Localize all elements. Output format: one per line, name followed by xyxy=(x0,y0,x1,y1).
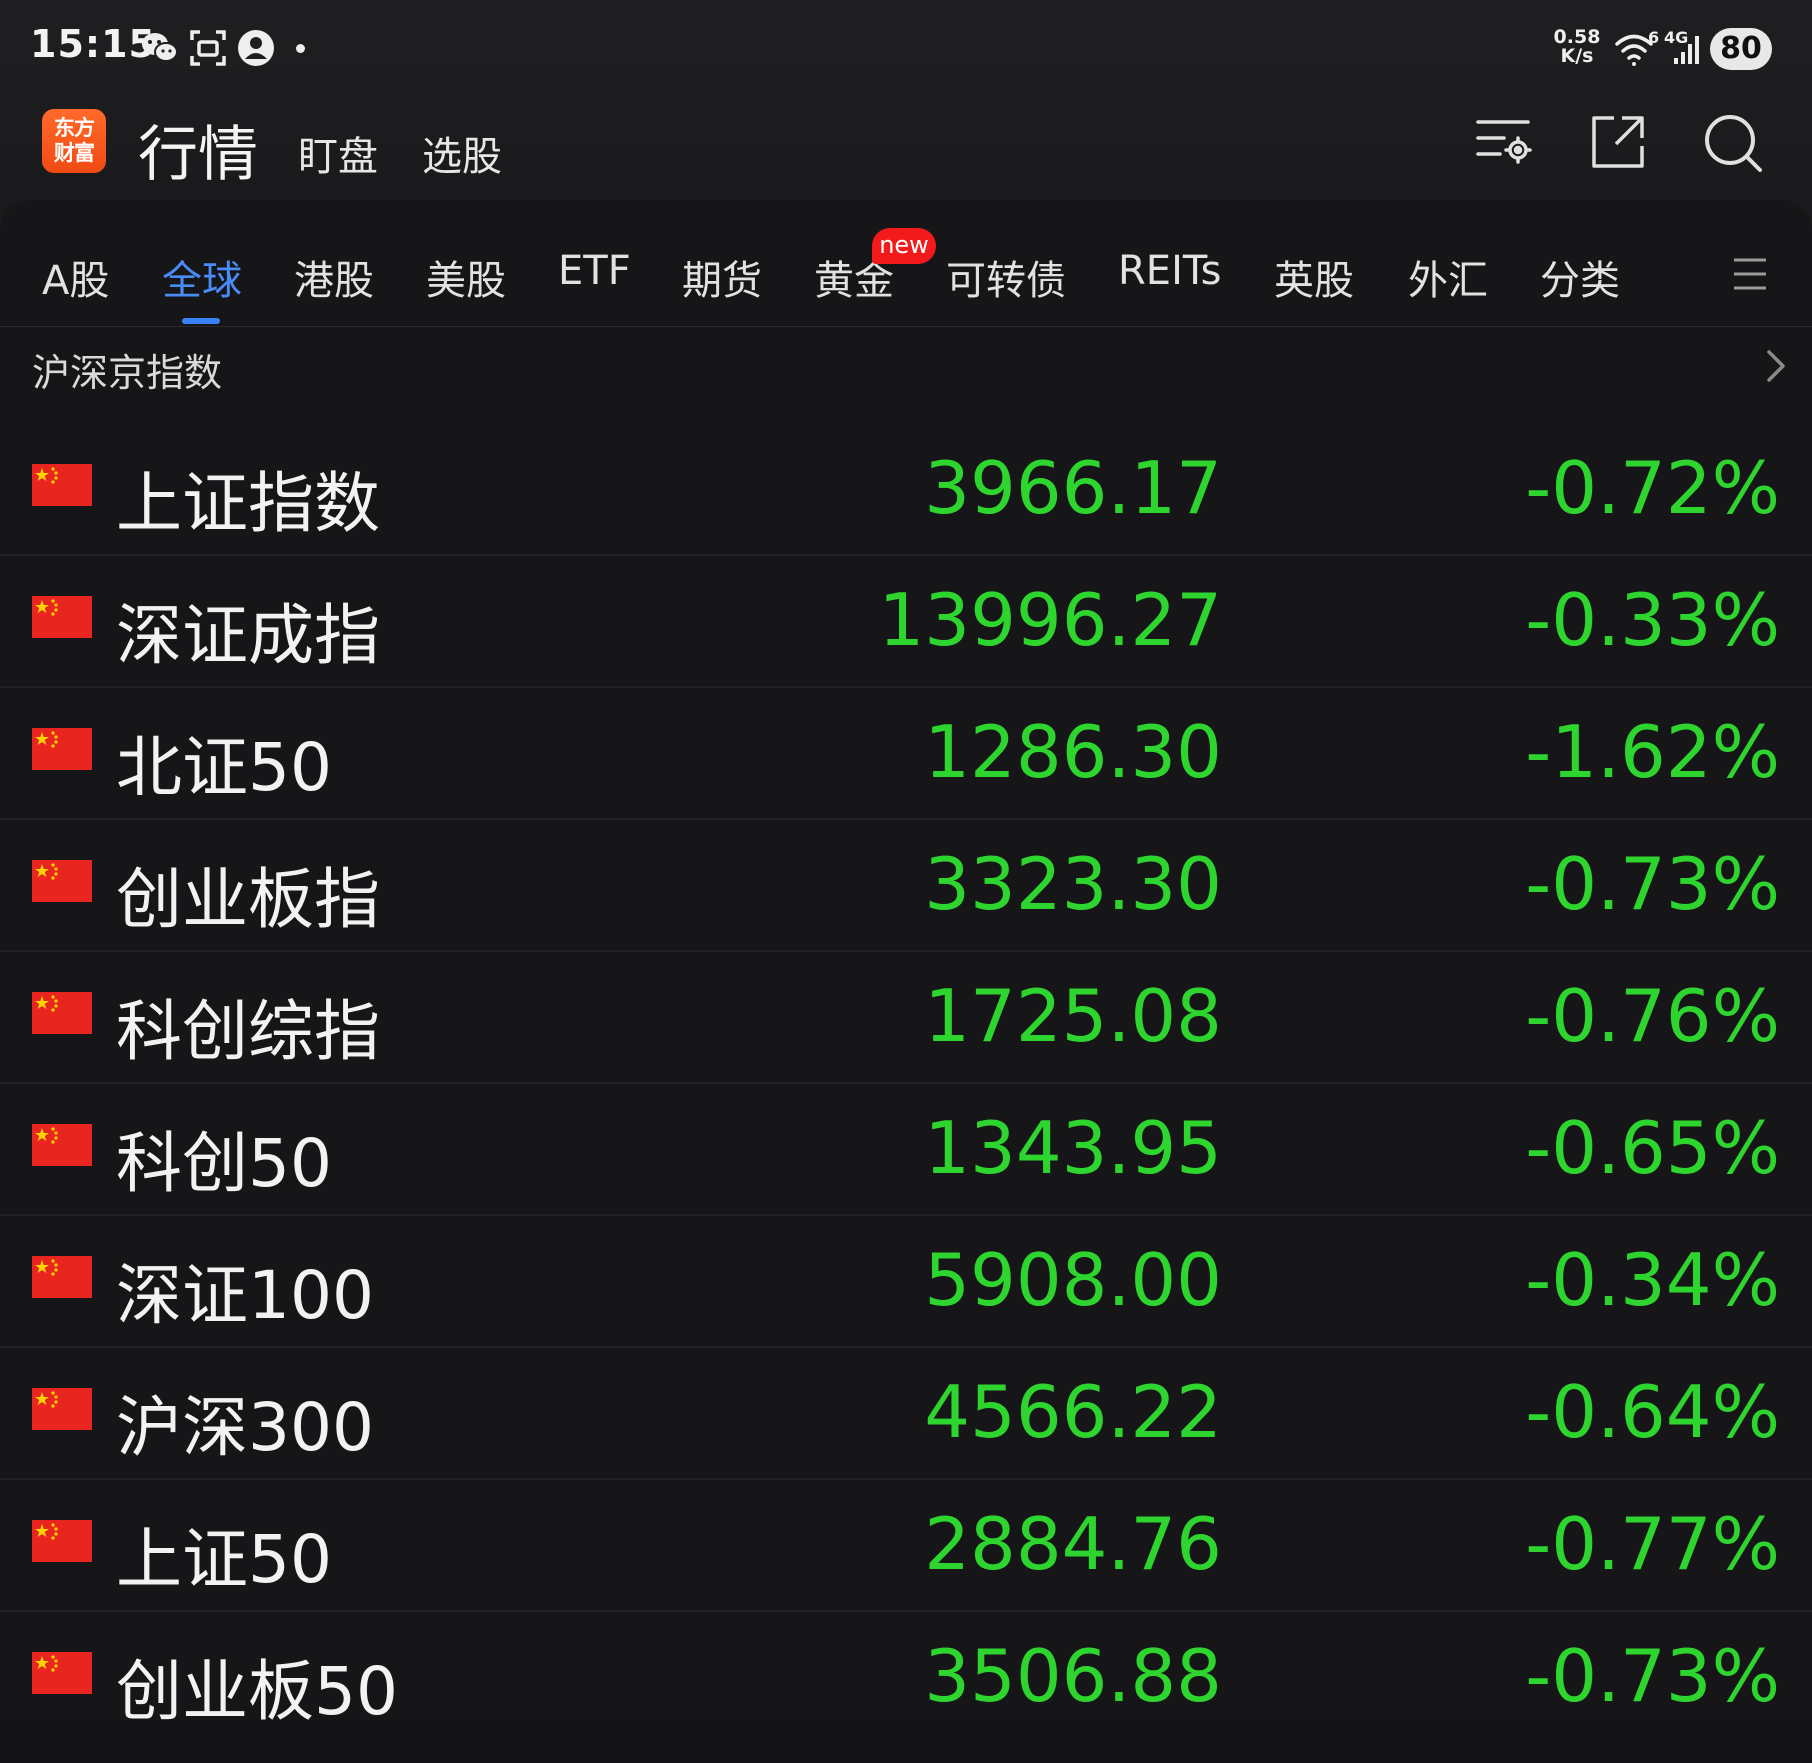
status-time: 15:15 xyxy=(30,22,156,66)
index-row[interactable]: 科创综指 1725.08 -0.76% xyxy=(0,952,1812,1084)
index-change: -1.62% xyxy=(1525,710,1780,794)
china-flag-icon xyxy=(32,596,92,638)
logo-line-2: 财富 xyxy=(54,141,95,165)
notification-dot xyxy=(296,44,305,53)
index-name: 上证50 xyxy=(116,1521,332,1598)
index-change: -0.72% xyxy=(1525,446,1780,530)
list-settings-icon[interactable] xyxy=(1474,112,1534,176)
tab-convertible-bonds[interactable]: 可转债 xyxy=(946,248,1066,306)
index-name: 上证指数 xyxy=(116,465,380,542)
market-tabs: A股 全球 港股 美股 ETF 期货 黄金 可转债 REITs 英股 外汇 分类… xyxy=(0,200,1812,327)
status-bar: 15:15 0.58 K/s 6 4G 80 xyxy=(0,0,1812,100)
tab-categories[interactable]: 分类 xyxy=(1540,248,1620,306)
index-change: -0.65% xyxy=(1525,1106,1780,1190)
search-icon[interactable] xyxy=(1702,112,1766,180)
index-price: 1286.30 xyxy=(924,710,1222,794)
index-name: 科创50 xyxy=(116,1125,332,1202)
index-name: 科创综指 xyxy=(116,993,380,1070)
index-change: -0.73% xyxy=(1525,1634,1780,1718)
china-flag-icon xyxy=(32,1256,92,1298)
tab-uk-stocks[interactable]: 英股 xyxy=(1274,248,1354,306)
index-row[interactable]: 科创50 1343.95 -0.65% xyxy=(0,1084,1812,1216)
index-price: 2884.76 xyxy=(924,1502,1222,1586)
index-row[interactable]: 沪深300 4566.22 -0.64% xyxy=(0,1348,1812,1480)
index-price: 5908.00 xyxy=(924,1238,1222,1322)
tab-us-stocks[interactable]: 美股 xyxy=(426,248,506,306)
china-flag-icon xyxy=(32,1124,92,1166)
tab-etf[interactable]: ETF xyxy=(558,248,631,294)
index-row[interactable]: 创业板指 3323.30 -0.73% xyxy=(0,820,1812,952)
tab-forex[interactable]: 外汇 xyxy=(1408,248,1488,306)
index-price: 1343.95 xyxy=(924,1106,1222,1190)
index-price: 3506.88 xyxy=(924,1634,1222,1718)
index-change: -0.34% xyxy=(1525,1238,1780,1322)
index-list: 上证指数 3966.17 -0.72% 深证成指 13996.27 -0.33%… xyxy=(0,424,1812,1744)
share-icon[interactable] xyxy=(1588,112,1648,176)
header-tab-watch[interactable]: 盯盘 xyxy=(298,124,378,182)
new-badge: new xyxy=(872,228,936,264)
menu-icon[interactable] xyxy=(1732,256,1768,296)
scan-icon xyxy=(188,28,228,72)
index-change: -0.77% xyxy=(1525,1502,1780,1586)
index-change: -0.64% xyxy=(1525,1370,1780,1454)
china-flag-icon xyxy=(32,728,92,770)
china-flag-icon xyxy=(32,464,92,506)
page-title[interactable]: 行情 xyxy=(138,106,258,193)
battery-indicator: 80 xyxy=(1710,28,1772,70)
wifi-label: 6 xyxy=(1648,28,1660,47)
account-icon xyxy=(236,28,276,72)
china-flag-icon xyxy=(32,1388,92,1430)
tab-hk-stocks[interactable]: 港股 xyxy=(294,248,374,306)
index-row[interactable]: 深证成指 13996.27 -0.33% xyxy=(0,556,1812,688)
china-flag-icon xyxy=(32,860,92,902)
china-flag-icon xyxy=(32,992,92,1034)
wechat-icon xyxy=(140,28,180,72)
net-speed-unit: K/s xyxy=(1560,45,1594,67)
index-row[interactable]: 深证100 5908.00 -0.34% xyxy=(0,1216,1812,1348)
cell-signal-icon: 4G xyxy=(1664,28,1704,72)
index-row[interactable]: 上证指数 3966.17 -0.72% xyxy=(0,424,1812,556)
index-price: 1725.08 xyxy=(924,974,1222,1058)
tab-a-shares[interactable]: A股 xyxy=(42,248,109,306)
wifi-icon: 6 xyxy=(1614,28,1660,74)
index-change: -0.76% xyxy=(1525,974,1780,1058)
bottom-edge xyxy=(0,1720,1812,1763)
index-price: 13996.27 xyxy=(878,578,1222,662)
logo-line-1: 东方 xyxy=(54,116,95,140)
section-title[interactable]: 沪深京指数 xyxy=(32,342,222,397)
active-tab-indicator xyxy=(182,318,220,324)
screen: 15:15 0.58 K/s 6 4G 80 东方 财富 行情 盯盘 选股 A股… xyxy=(0,0,1812,1763)
tab-futures[interactable]: 期货 xyxy=(682,248,762,306)
china-flag-icon xyxy=(32,1520,92,1562)
index-name: 创业板指 xyxy=(116,861,380,938)
tab-reits[interactable]: REITs xyxy=(1118,248,1222,294)
app-header: 东方 财富 行情 盯盘 选股 xyxy=(0,100,1812,205)
index-price: 3323.30 xyxy=(924,842,1222,926)
chevron-right-icon[interactable] xyxy=(1764,348,1788,388)
index-name: 深证成指 xyxy=(116,597,380,674)
index-name: 深证100 xyxy=(116,1257,374,1334)
index-change: -0.33% xyxy=(1525,578,1780,662)
header-tab-screener[interactable]: 选股 xyxy=(422,124,502,182)
index-row[interactable]: 上证50 2884.76 -0.77% xyxy=(0,1480,1812,1612)
china-flag-icon xyxy=(32,1652,92,1694)
index-change: -0.73% xyxy=(1525,842,1780,926)
net-speed: 0.58 K/s xyxy=(1552,28,1602,66)
index-name: 沪深300 xyxy=(116,1389,374,1466)
tab-global[interactable]: 全球 xyxy=(162,248,242,306)
index-price: 3966.17 xyxy=(924,446,1222,530)
market-card: A股 全球 港股 美股 ETF 期货 黄金 可转债 REITs 英股 外汇 分类… xyxy=(0,200,1812,1763)
index-row[interactable]: 北证50 1286.30 -1.62% xyxy=(0,688,1812,820)
app-logo[interactable]: 东方 财富 xyxy=(42,109,106,173)
cell-label: 4G xyxy=(1664,28,1689,47)
index-name: 北证50 xyxy=(116,729,332,806)
index-price: 4566.22 xyxy=(924,1370,1222,1454)
